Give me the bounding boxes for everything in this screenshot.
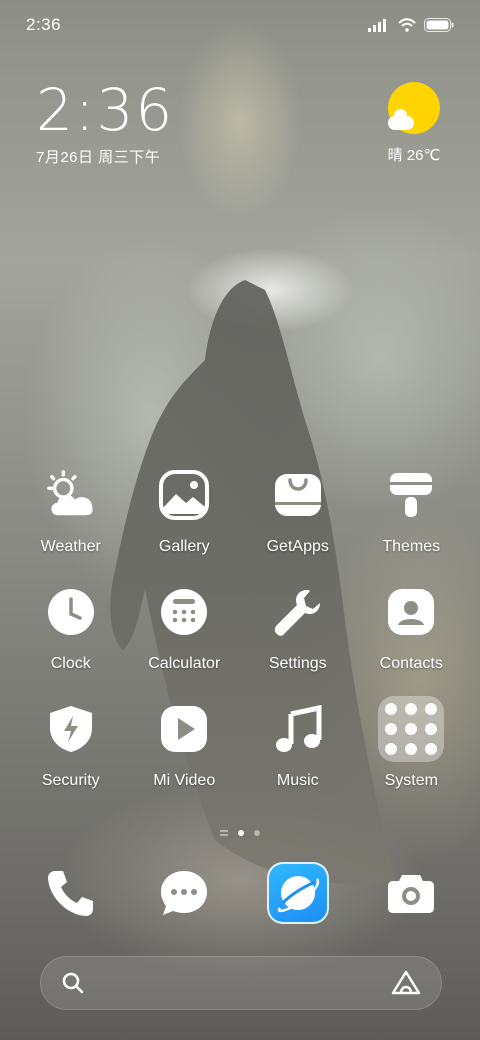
app-label: Mi Video [153,772,216,789]
status-bar: 2:36 [0,0,480,50]
app-security[interactable]: Security [14,704,128,790]
clock-widget[interactable]: 2:36 7月26日 周三下午 [36,80,174,167]
page-dot [254,830,260,836]
app-label: Settings [268,655,327,672]
app-themes[interactable]: Themes [355,470,469,556]
dock-messages[interactable] [128,862,242,924]
play-icon [159,704,209,754]
search-bar[interactable] [40,956,442,1010]
app-getapps[interactable]: GetApps [241,470,355,556]
weather-widget[interactable]: 晴 26℃ [384,82,444,165]
app-label: Weather [40,538,101,555]
assistant-icon[interactable] [391,970,421,996]
getapps-icon [273,470,323,520]
wrench-icon [273,587,323,637]
clock-icon [46,587,96,637]
app-music[interactable]: Music [241,704,355,790]
browser-icon [266,862,329,924]
status-icons [368,18,454,32]
weather-condition-temp: 晴 26℃ [387,147,441,164]
shield-icon [46,704,96,754]
dock [0,862,480,924]
app-label: Themes [382,538,441,555]
themes-icon [386,470,436,520]
music-note-icon [273,704,323,754]
message-icon [153,862,215,924]
clock-widget-time: 2:36 [36,76,175,144]
app-settings[interactable]: Settings [241,587,355,673]
app-label: Music [276,772,319,789]
app-calculator[interactable]: Calculator [128,587,242,673]
app-label: Calculator [148,655,221,672]
app-folder-system[interactable]: System [355,696,469,790]
weather-icon [46,470,96,520]
page-dot-active [238,830,244,836]
wifi-icon [398,18,416,32]
phone-icon [40,862,102,924]
app-label: Contacts [379,655,443,672]
status-time: 2:36 [26,15,62,34]
app-mi-video[interactable]: Mi Video [128,704,242,790]
clock-widget-date: 7月26日 周三下午 [36,149,161,166]
app-label: System [384,772,438,789]
app-contacts[interactable]: Contacts [355,587,469,673]
dock-browser[interactable] [241,862,355,924]
sun-cloud-icon [388,82,440,134]
camera-icon [380,862,442,924]
folder-icon [378,696,445,762]
app-label: GetApps [266,538,329,555]
dock-phone[interactable] [14,862,128,924]
app-weather[interactable]: Weather [14,470,128,556]
contacts-icon [386,587,436,637]
app-label: Clock [50,655,91,672]
gallery-icon [159,470,210,520]
app-gallery[interactable]: Gallery [128,470,242,556]
calculator-icon [159,587,209,637]
app-grid: Weather Gallery GetApps Themes Clock Cal… [0,470,480,790]
app-label: Security [41,772,100,789]
page-indicator[interactable] [0,830,480,836]
dock-camera[interactable] [355,862,469,924]
battery-icon [424,18,454,32]
page-indicator-menu [220,830,228,836]
search-icon[interactable] [61,971,85,995]
app-label: Gallery [158,538,210,555]
signal-bars-icon [368,19,386,32]
app-clock[interactable]: Clock [14,587,128,673]
